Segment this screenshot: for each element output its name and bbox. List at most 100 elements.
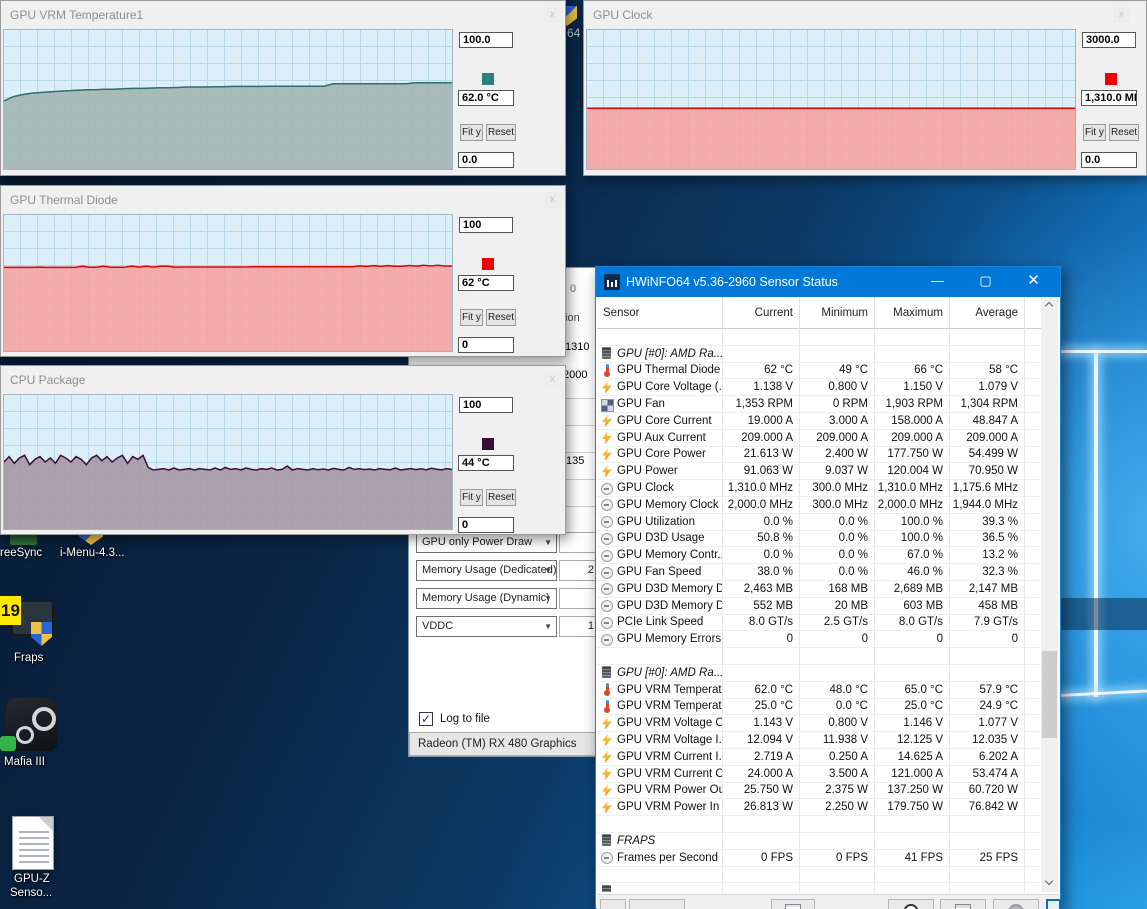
sensor-blank-row[interactable] [597,816,1041,833]
sensor-row[interactable]: GPU Memory Contr... 0.0 % 0.0 % 67.0 % 13.2 … [597,547,1041,565]
sensor-row[interactable]: GPU Core Voltage (... 1.138 V 0.800 V 1.150… [597,379,1041,397]
sensor-row[interactable]: GPU VRM Temperat... 25.0 °C 0.0 °C 25.0 °C 2… [597,698,1041,716]
column-header-maximum[interactable]: Maximum [875,297,950,329]
graph-max-input[interactable]: 100 [459,397,513,413]
sensor-row[interactable]: GPU Core Power 21.613 W 2.400 W 177.750 W 54… [597,446,1041,464]
close-button[interactable]: ✕ [1011,267,1056,297]
sensor-value-cell [875,664,950,681]
sensor-group-row[interactable]: GPU [#0]: AMD Ra... [597,664,1041,682]
sensor-row[interactable]: GPU D3D Usage 50.8 % 0.0 % 100.0 % 36.5 % [597,530,1041,548]
graph-min-input[interactable]: 0.0 [458,152,514,168]
sensor-row[interactable]: GPU VRM Current O... 24.000 A 3.500 A 121.0… [597,765,1041,783]
close-icon[interactable]: x [544,7,561,23]
sensor-row[interactable]: GPU Core Current 19.000 A 3.000 A 158.000 A… [597,412,1041,430]
toolbar-button-active[interactable] [1046,899,1061,909]
sensor-row[interactable]: GPU Memory Clock 2,000.0 MHz 300.0 MHz 2,00… [597,496,1041,514]
desktop-icon-freesync-label[interactable]: reeSync [0,547,42,559]
fit-y-button[interactable]: Fit y [460,309,483,326]
sensor-group-row[interactable]: FRAPS [597,832,1041,850]
sensor-value-cell: 2.400 W [800,446,875,463]
graph-min-input[interactable]: 0 [458,337,514,353]
fit-y-button[interactable]: Fit y [1083,124,1106,141]
scroll-up-arrow[interactable] [1041,297,1058,314]
toolbar-button-gauge[interactable] [888,899,934,909]
sensor-row[interactable]: GPU Memory Errors 0 0 0 0 [597,631,1041,649]
sensor-value-cell [950,345,1025,362]
chip-icon [600,666,615,679]
sensor-row[interactable]: GPU VRM Voltage I... 12.094 V 11.938 V 12.1… [597,732,1041,749]
graph-max-input[interactable]: 100 [459,217,513,233]
column-header-sensor[interactable]: Sensor [597,297,723,329]
column-header-minimum[interactable]: Minimum [800,297,875,329]
column-header-average[interactable]: Average [950,297,1025,329]
column-header-current[interactable]: Current [723,297,800,329]
sensor-blank-row[interactable] [597,866,1041,884]
sensor-value-cell: 137.250 W [875,782,950,799]
sensor-group-row[interactable] [597,883,1041,892]
sensor-row[interactable]: Frames per Second 0 FPS 0 FPS 41 FPS 25 FPS [597,849,1041,867]
graph-window-title: GPU Thermal Diode [10,193,118,207]
desktop-icon-gpuz-label2[interactable]: Senso... [10,887,52,899]
gpuz-sensor-dropdown[interactable]: Memory Usage (Dynamic) ▼ [416,588,557,609]
gpuz-sensor-dropdown[interactable]: VDDC ▼ [416,616,557,637]
toolbar-button[interactable] [600,899,626,909]
gpuz-sensor-dropdown[interactable]: GPU only Power Draw ▼ [416,532,557,553]
sensor-row[interactable]: GPU Fan Speed 38.0 % 0.0 % 46.0 % 32.3 % [597,564,1041,581]
reset-button[interactable]: Reset [486,489,516,506]
scrollbar-thumb[interactable] [1042,651,1057,738]
sensor-row[interactable]: GPU VRM Power Ou... 25.750 W 2.375 W 137.25… [597,782,1041,800]
log-to-file-checkbox[interactable]: ✓ [419,712,433,726]
desktop-icon-imenu-label[interactable]: i-Menu-4.3... [60,547,125,559]
gpuz-status-bar[interactable]: Radeon (TM) RX 480 Graphics [409,732,598,756]
sensor-row[interactable]: GPU Thermal Diode 62 °C 49 °C 66 °C 58 °C [597,362,1041,380]
sensor-value-cell: 24.9 °C [950,698,1025,715]
sensor-row[interactable]: GPU VRM Power In ... 26.813 W 2.250 W 179.7… [597,799,1041,817]
sensor-name-cell: GPU Utilization [597,513,723,530]
gpuz-sensor-dropdown[interactable]: Memory Usage (Dedicated) ▼ [416,560,557,581]
graph-min-input[interactable]: 0.0 [1081,152,1137,168]
toolbar-button-settings[interactable] [993,899,1039,909]
reset-button[interactable]: Reset [486,124,516,141]
sensor-row[interactable]: GPU Power 91.063 W 9.037 W 120.004 W 70.950 … [597,463,1041,481]
desktop-icon-fraps-label[interactable]: Fraps [14,652,43,664]
graph-plot-area [3,29,453,170]
sensor-row[interactable]: GPU Fan 1,353 RPM 0 RPM 1,903 RPM 1,304 RPM [597,396,1041,413]
graph-max-input[interactable]: 3000.0 [1082,32,1136,48]
sensor-row[interactable]: GPU Clock 1,310.0 MHz 300.0 MHz 1,310.0 MHz… [597,480,1041,497]
sensor-group-row[interactable]: GPU [#0]: AMD Ra... [597,345,1041,363]
toolbar-button[interactable] [629,899,685,909]
sensor-row[interactable]: PCIe Link Speed 8.0 GT/s 2.5 GT/s 8.0 GT/s 7… [597,614,1041,632]
toolbar-button-log[interactable] [940,899,986,909]
minimize-button[interactable]: — [915,267,960,297]
sensor-row[interactable]: GPU Utilization 0.0 % 0.0 % 100.0 % 39.3 % [597,513,1041,531]
close-icon[interactable]: x [544,372,561,388]
reset-button[interactable]: Reset [486,309,516,326]
toolbar-button-report[interactable] [771,899,815,909]
sensor-row[interactable]: GPU Aux Current 209.000 A 209.000 A 209.000… [597,429,1041,447]
hwinfo-titlebar[interactable]: HWiNFO64 v5.36-2960 Sensor Status — ▢ ✕ [596,267,1060,297]
sensor-row[interactable]: GPU VRM Current I... 2.719 A 0.250 A 14.625… [597,748,1041,766]
maximize-button[interactable]: ▢ [963,267,1008,297]
sensor-value-cell: 36.5 % [950,530,1025,547]
sensor-value-cell: 48.0 °C [800,681,875,698]
vertical-scrollbar[interactable] [1041,297,1058,892]
close-icon[interactable]: x [1113,7,1130,23]
sensor-value-cell: 60.720 W [950,782,1025,799]
sensor-row[interactable]: GPU VRM Voltage O... 1.143 V 0.800 V 1.146 … [597,715,1041,733]
desktop-icon-gpuz-label1[interactable]: GPU-Z [14,873,50,885]
fit-y-button[interactable]: Fit y [460,489,483,506]
graph-min-input[interactable]: 0 [458,517,514,533]
document-icon[interactable] [12,816,54,870]
sensor-row[interactable]: GPU D3D Memory D... 2,463 MB 168 MB 2,689 M… [597,580,1041,598]
sensor-blank-row[interactable] [597,648,1041,665]
close-icon[interactable]: x [544,192,561,208]
log-to-file-label: Log to file [440,713,490,725]
fit-y-button[interactable]: Fit y [460,124,483,141]
graph-max-input[interactable]: 100.0 [459,32,513,48]
sensor-row[interactable]: GPU VRM Temperat... 62.0 °C 48.0 °C 65.0 °C… [597,681,1041,699]
reset-button[interactable]: Reset [1109,124,1139,141]
desktop-icon-mafia-label[interactable]: Mafia III [4,756,45,768]
scroll-down-arrow[interactable] [1041,875,1058,892]
sensor-row[interactable]: GPU D3D Memory D... 552 MB 20 MB 603 MB 458 … [597,597,1041,615]
sensor-blank-row[interactable] [597,329,1041,346]
